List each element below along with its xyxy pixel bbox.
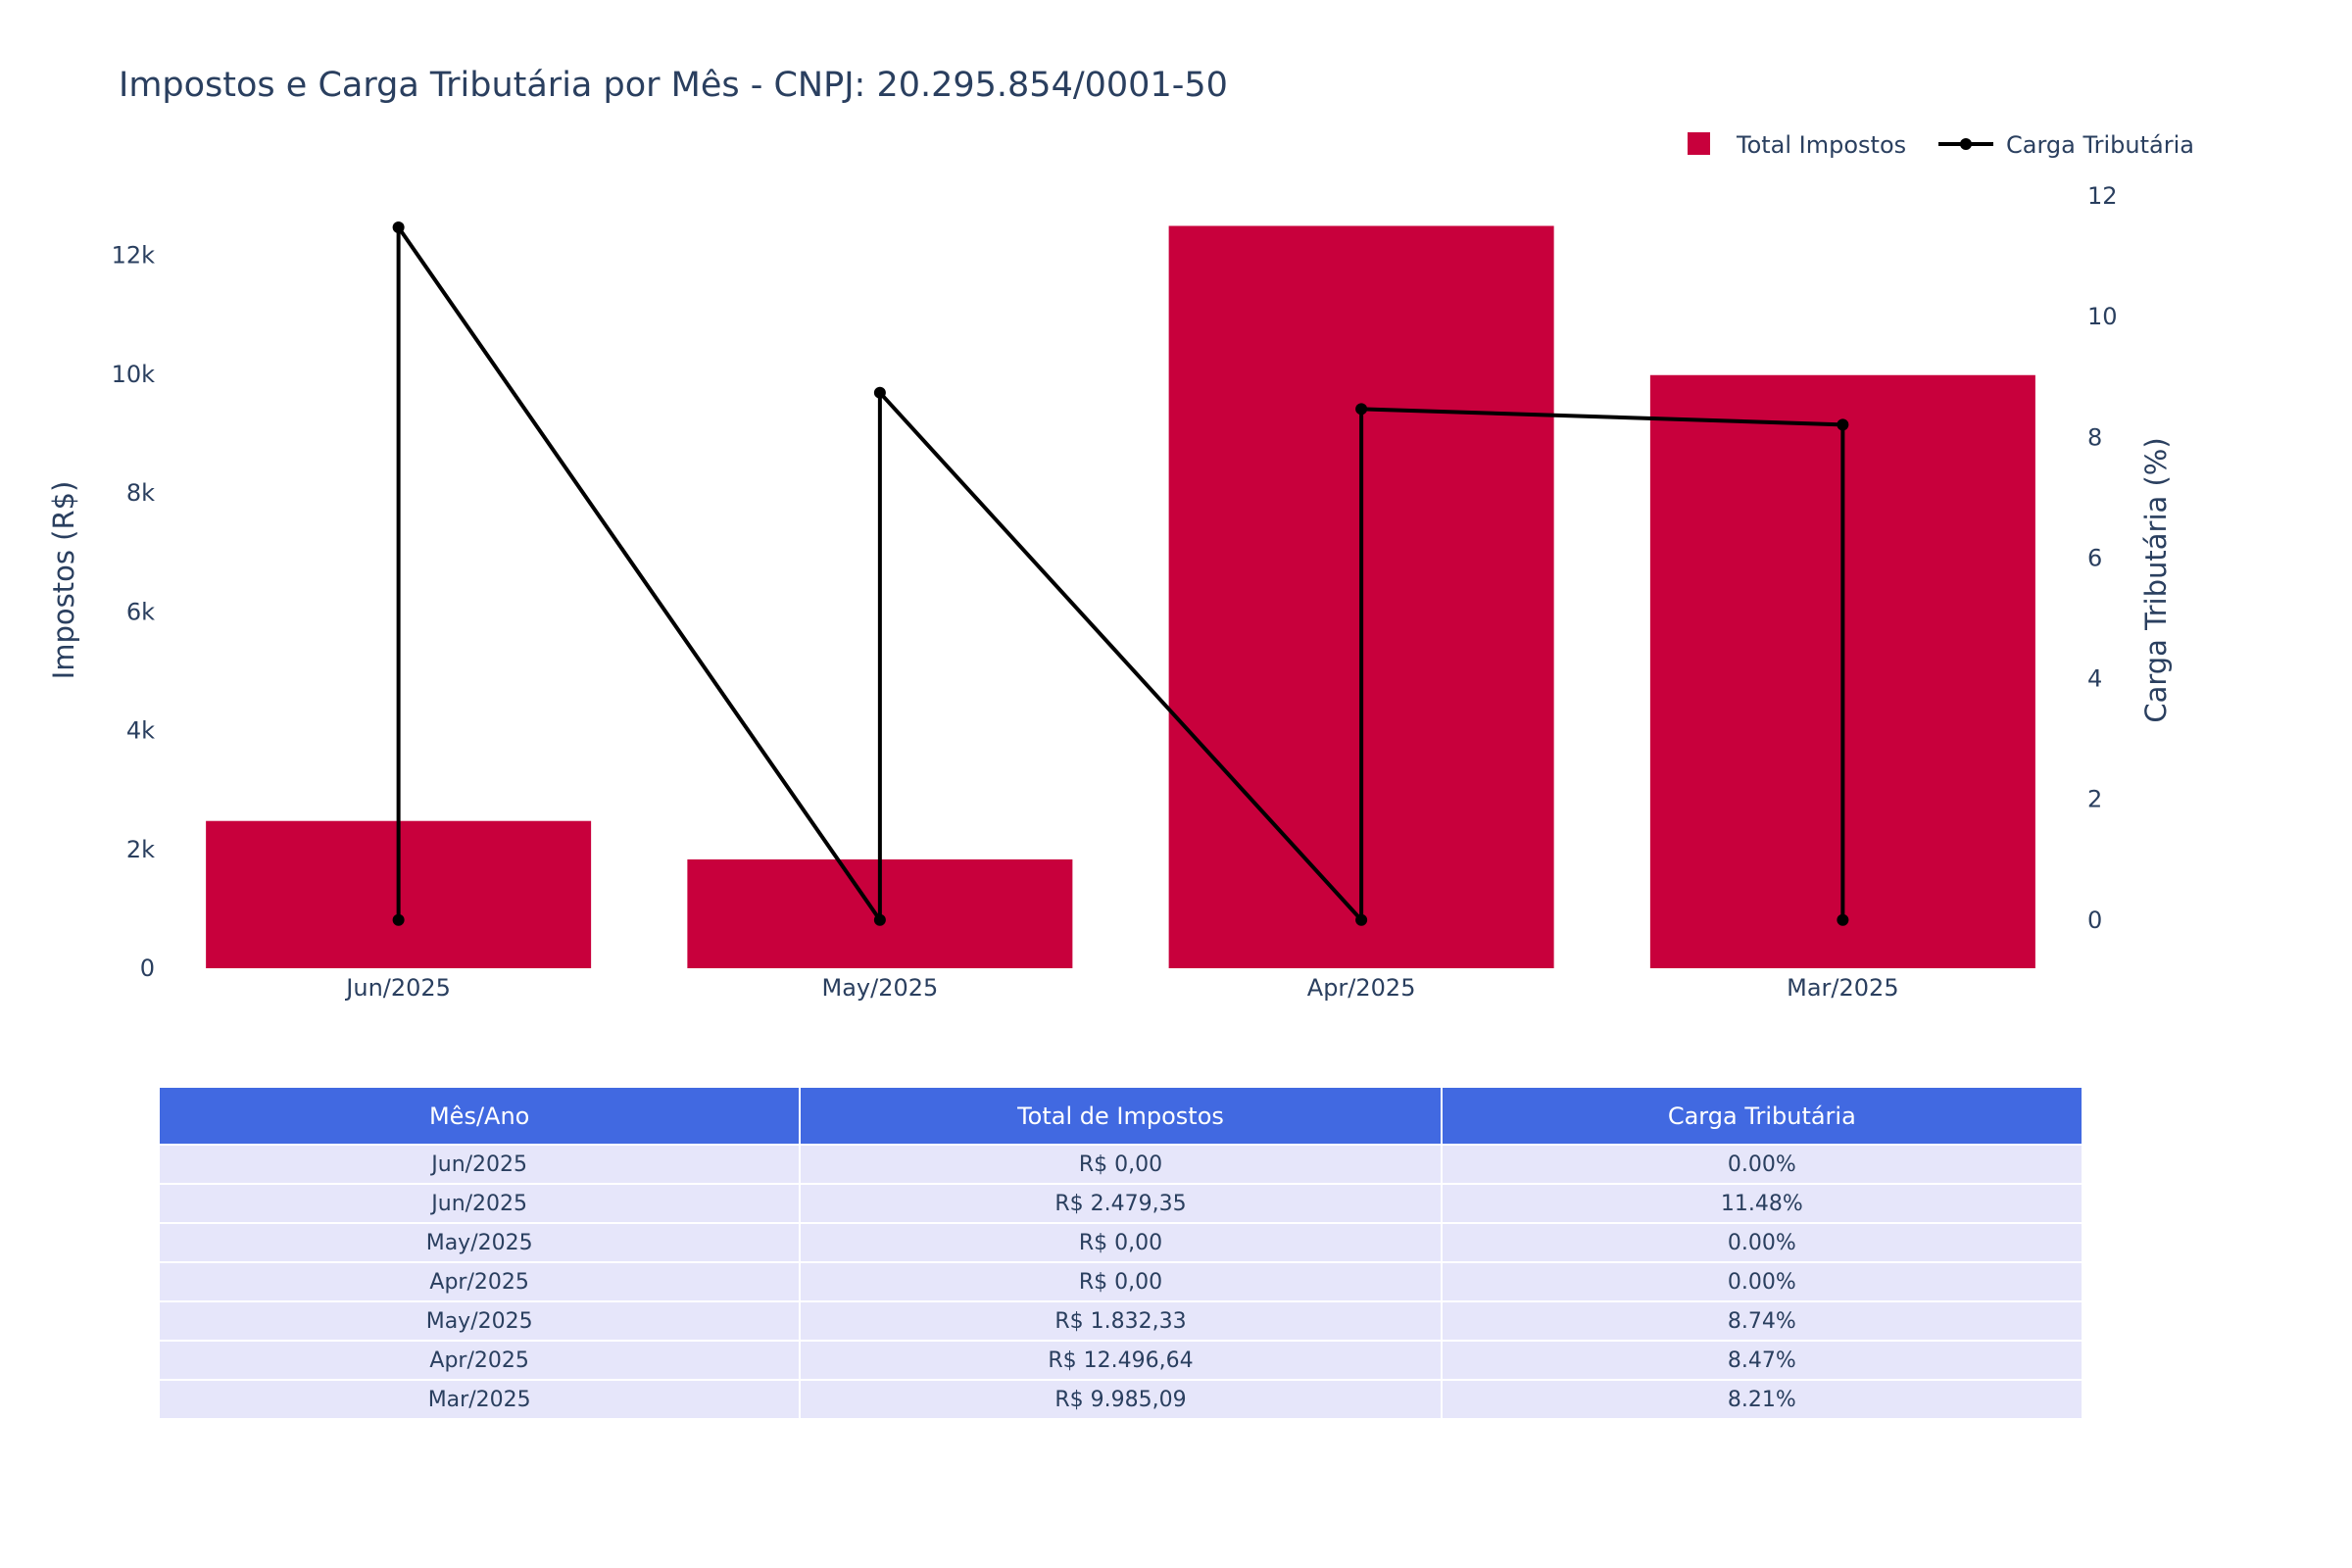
x-tick-label: May/2025 — [821, 974, 938, 1002]
y-left-tick-label: 0 — [140, 955, 155, 982]
table-header-cell: Mês/Ano — [157, 1086, 802, 1146]
line-point — [1837, 913, 1849, 926]
line-series-carga-tributaria — [392, 221, 1849, 926]
table-header-cell: Total de Impostos — [799, 1086, 1443, 1146]
table-row: May/2025 R$ 0,00 0.00% — [157, 1222, 2084, 1263]
y-left-tick-label: 2k — [126, 836, 155, 863]
table-cell: Apr/2025 — [157, 1340, 802, 1381]
legend-swatch-total-impostos — [1688, 132, 1710, 155]
y-right-tick-label: 12 — [2087, 182, 2118, 210]
table-row: Jun/2025 R$ 0,00 0.00% — [157, 1144, 2084, 1185]
y-left-tick-label: 12k — [112, 242, 156, 270]
line-path — [396, 225, 1845, 922]
table-row: Mar/2025 R$ 9.985,09 8.21% — [157, 1379, 2084, 1420]
y-right-tick-label: 2 — [2087, 786, 2102, 813]
table-cell: Jun/2025 — [157, 1144, 802, 1185]
y-axis-left: 0 2k 4k 6k 8k 10k 12k — [112, 242, 156, 982]
bar-series-total-impostos — [206, 225, 2035, 968]
legend-marker-carga-tributaria — [1960, 138, 1972, 150]
legend-label-carga-tributaria: Carga Tributária — [2006, 131, 2194, 159]
y-left-tick-label: 4k — [126, 717, 155, 745]
table-cell: 11.48% — [1440, 1183, 2084, 1224]
chart-title: Impostos e Carga Tributária por Mês - CN… — [119, 66, 1228, 105]
table-row: Apr/2025 R$ 0,00 0.00% — [157, 1261, 2084, 1302]
legend: Total Impostos Carga Tributária — [1688, 131, 2194, 159]
table-row: May/2025 R$ 1.832,33 8.74% — [157, 1300, 2084, 1342]
y-right-tick-label: 8 — [2087, 423, 2102, 451]
table-cell: May/2025 — [157, 1300, 802, 1342]
y-right-tick-label: 10 — [2087, 303, 2118, 330]
y-right-tick-label: 4 — [2087, 665, 2102, 693]
table-row: Apr/2025 R$ 12.496,64 8.47% — [157, 1340, 2084, 1381]
line-point — [392, 221, 405, 234]
line-point — [1355, 403, 1368, 416]
x-tick-label: Apr/2025 — [1307, 974, 1416, 1002]
table-row: Jun/2025 R$ 2.479,35 11.48% — [157, 1183, 2084, 1224]
table-cell: 8.74% — [1440, 1300, 2084, 1342]
table-cell: 0.00% — [1440, 1261, 2084, 1302]
line-point — [873, 913, 886, 926]
table-header-cell: Carga Tributária — [1440, 1086, 2084, 1146]
table-cell: R$ 9.985,09 — [799, 1379, 1443, 1420]
summary-table: Mês/Ano Total de Impostos Carga Tributária… — [157, 1086, 2084, 1420]
table-cell: R$ 12.496,64 — [799, 1340, 1443, 1381]
table-cell: Jun/2025 — [157, 1183, 802, 1224]
table-cell: Apr/2025 — [157, 1261, 802, 1302]
x-tick-label: Mar/2025 — [1787, 974, 1898, 1002]
table-cell: May/2025 — [157, 1222, 802, 1263]
line-point — [873, 386, 886, 399]
line-point — [1837, 418, 1849, 431]
y-right-tick-label: 0 — [2087, 906, 2102, 934]
y-left-tick-label: 6k — [126, 598, 155, 625]
table-cell: R$ 0,00 — [799, 1261, 1443, 1302]
x-tick-label: Jun/2025 — [344, 974, 451, 1002]
table-cell: Mar/2025 — [157, 1379, 802, 1420]
line-point — [1355, 913, 1368, 926]
legend-label-total-impostos: Total Impostos — [1736, 131, 1906, 159]
table-cell: R$ 0,00 — [799, 1144, 1443, 1185]
table-cell: 0.00% — [1440, 1144, 2084, 1185]
table-cell: R$ 2.479,35 — [799, 1183, 1443, 1224]
table-header-row: Mês/Ano Total de Impostos Carga Tributária — [157, 1086, 2084, 1146]
table-cell: R$ 1.832,33 — [799, 1300, 1443, 1342]
y-right-tick-label: 6 — [2087, 544, 2102, 571]
x-axis: Jun/2025 May/2025 Apr/2025 Mar/2025 — [344, 974, 1898, 1002]
y-axis-left-title: Impostos (R$) — [47, 481, 80, 680]
table-body: Jun/2025 R$ 0,00 0.00% Jun/2025 R$ 2.479,35 1… — [157, 1144, 2084, 1420]
y-left-tick-label: 10k — [112, 361, 156, 388]
y-axis-right: 0 2 4 6 8 10 12 — [2087, 182, 2118, 934]
y-axis-right-title: Carga Tributária (%) — [2139, 437, 2173, 722]
table-cell: 8.21% — [1440, 1379, 2084, 1420]
line-point — [392, 913, 405, 926]
table-cell: R$ 0,00 — [799, 1222, 1443, 1263]
table-cell: 8.47% — [1440, 1340, 2084, 1381]
table-cell: 0.00% — [1440, 1222, 2084, 1263]
y-left-tick-label: 8k — [126, 479, 155, 507]
